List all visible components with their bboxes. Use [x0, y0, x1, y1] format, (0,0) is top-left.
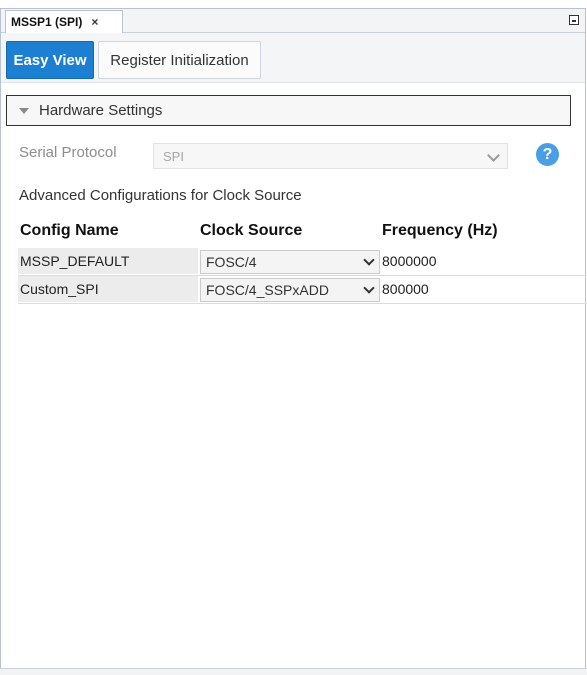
serial-protocol-value: SPI — [163, 148, 184, 164]
advanced-config-title: Advanced Configurations for Clock Source — [19, 187, 302, 204]
section-title: Hardware Settings — [39, 102, 163, 119]
config-name-cell: MSSP_DEFAULT — [18, 248, 198, 274]
document-tab-title: MSSP1 (SPI) — [11, 15, 83, 29]
clock-config-table: Config Name Clock Source Frequency (Hz) … — [18, 218, 587, 304]
column-header-config-name: Config Name — [20, 222, 119, 239]
view-tabs: Easy View Register Initialization — [1, 33, 585, 83]
document-tab[interactable]: MSSP1 (SPI) × — [5, 10, 123, 33]
chevron-down-icon — [363, 282, 375, 294]
config-name-cell: Custom_SPI — [18, 276, 198, 302]
clock-source-select[interactable]: FOSC/4 — [200, 250, 380, 274]
clock-source-select[interactable]: FOSC/4_SSPxADD — [200, 278, 380, 302]
tab-register-initialization[interactable]: Register Initialization — [98, 41, 261, 79]
hardware-settings-header[interactable]: Hardware Settings — [6, 95, 571, 126]
table-row: Custom_SPI FOSC/4_SSPxADD 800000 — [18, 276, 587, 304]
chevron-down-icon — [363, 254, 375, 266]
table-row: MSSP_DEFAULT FOSC/4 8000000 — [18, 248, 587, 276]
minimize-icon[interactable] — [569, 15, 579, 25]
table-header: Config Name Clock Source Frequency (Hz) — [18, 218, 587, 248]
frequency-cell: 800000 — [382, 281, 429, 297]
help-icon[interactable]: ? — [536, 143, 559, 166]
tab-easy-view[interactable]: Easy View — [6, 41, 94, 79]
clock-source-value: FOSC/4_SSPxADD — [206, 282, 329, 298]
collapse-triangle-icon[interactable] — [19, 107, 29, 114]
frequency-cell: 8000000 — [382, 253, 437, 269]
document-tab-strip: MSSP1 (SPI) × — [1, 9, 585, 33]
close-icon[interactable]: × — [91, 15, 98, 29]
mssp1-panel: MSSP1 (SPI) × Easy View Register Initial… — [0, 8, 587, 670]
column-header-clock-source: Clock Source — [200, 222, 303, 239]
clock-source-value: FOSC/4 — [206, 254, 257, 270]
chevron-down-icon — [487, 149, 500, 162]
bottom-status-strip — [0, 668, 587, 675]
column-header-frequency: Frequency (Hz) — [382, 222, 498, 239]
serial-protocol-select[interactable]: SPI — [153, 143, 508, 169]
serial-protocol-label: Serial Protocol — [19, 144, 117, 161]
